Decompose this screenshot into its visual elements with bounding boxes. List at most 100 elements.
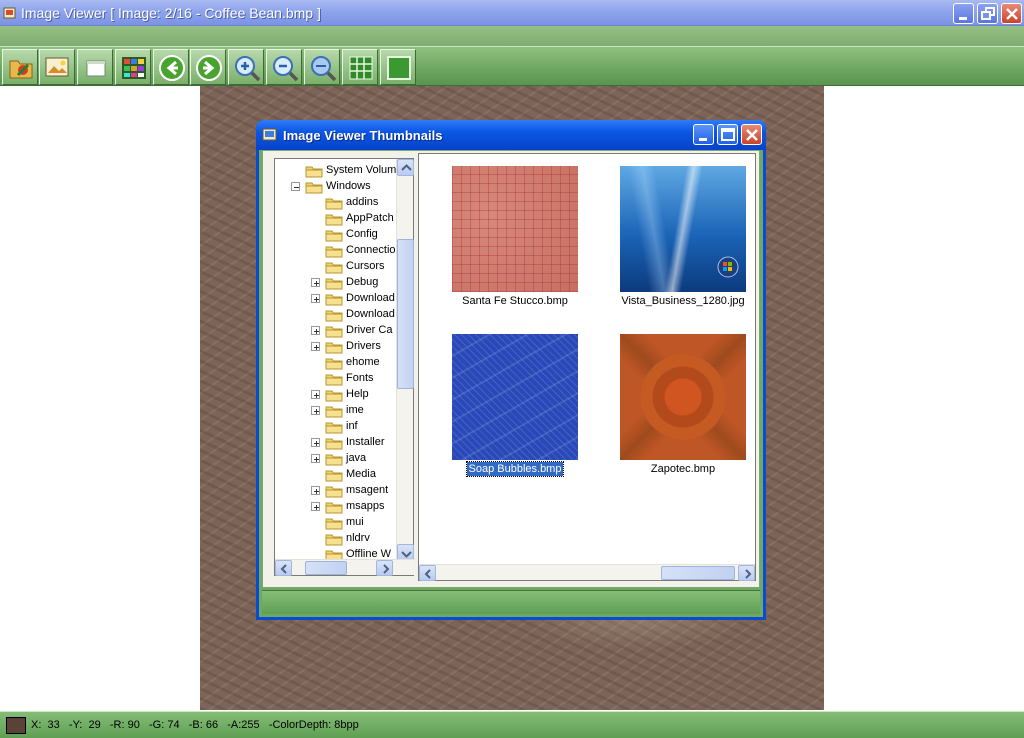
previous-image-icon <box>159 55 185 81</box>
zoom-in-button[interactable] <box>228 49 264 85</box>
collapse-icon[interactable] <box>291 182 300 191</box>
thumbs-horizontal-scrollbar[interactable] <box>419 564 755 581</box>
tree-item-label: Cursors <box>346 260 385 272</box>
minimize-button[interactable] <box>953 3 974 24</box>
folder-icon <box>325 422 343 434</box>
tree-item-label: addins <box>346 196 379 208</box>
tree-vscroll-thumb[interactable] <box>397 239 414 389</box>
thumbnail-caption[interactable]: Zapotec.bmp <box>603 463 763 475</box>
thumbnail-soap-bubbles[interactable] <box>452 334 578 460</box>
next-image-icon <box>196 55 222 81</box>
folder-icon <box>325 502 343 514</box>
thumbnail-vista-business[interactable] <box>620 166 746 292</box>
fit-window-icon <box>86 60 106 77</box>
folder-icon <box>325 406 343 418</box>
status-bar: X: 33 -Y: 29 -R: 90 -G: 74 -B: 66 -A:255… <box>0 711 1024 738</box>
next-image-button[interactable] <box>190 49 226 85</box>
restore-button[interactable] <box>977 3 998 24</box>
zoom-reset-button[interactable] <box>304 49 340 85</box>
tree-item-label: Help <box>346 388 369 400</box>
close-icon <box>1006 8 1018 20</box>
tree-item-label: ime <box>346 404 364 416</box>
folder-icon <box>325 326 343 338</box>
tree-item-label: Windows <box>326 180 371 192</box>
tree-item-label: ehome <box>346 356 380 368</box>
tree-item-label: Fonts <box>346 372 374 384</box>
thumbnail-zapotec[interactable] <box>620 334 746 460</box>
arrow-left-icon <box>424 569 431 579</box>
expand-icon[interactable] <box>311 486 320 495</box>
folder-icon <box>325 262 343 274</box>
pixel-color-swatch <box>6 717 26 734</box>
tree-item-label: System Volum <box>326 164 397 176</box>
tree-scroll-left-button[interactable] <box>275 560 292 576</box>
minimize-icon <box>959 17 967 20</box>
thumbnails-dialog-titlebar[interactable]: Image Viewer Thumbnails <box>256 120 766 150</box>
thumbnail-caption[interactable]: Santa Fe Stucco.bmp <box>435 295 595 307</box>
tree-horizontal-scrollbar[interactable] <box>275 559 415 576</box>
thumbnails-button[interactable] <box>115 49 151 85</box>
previous-image-button[interactable] <box>153 49 189 85</box>
open-folder-button[interactable] <box>2 49 38 85</box>
expand-icon[interactable] <box>311 406 320 415</box>
folder-icon <box>325 454 343 466</box>
folder-icon <box>325 518 343 530</box>
open-image-button[interactable] <box>39 49 75 85</box>
expand-icon[interactable] <box>311 454 320 463</box>
thumbs-hscroll-thumb[interactable] <box>661 566 735 580</box>
thumbnail-grid[interactable]: Santa Fe Stucco.bmp Vista_Business_1280.… <box>418 153 756 581</box>
tree-item-label: Driver Ca <box>346 324 393 336</box>
folder-icon <box>305 182 323 194</box>
menu-bar[interactable] <box>0 26 1024 46</box>
expand-icon[interactable] <box>311 294 320 303</box>
dialog-maximize-button[interactable] <box>717 124 738 145</box>
expand-icon[interactable] <box>311 342 320 351</box>
folder-tree[interactable]: System Volum Windows addins AppPatch Config C… <box>274 158 415 576</box>
thumbnail-santa-fe-stucco[interactable] <box>452 166 578 292</box>
app-icon <box>3 7 16 19</box>
fit-window-button[interactable] <box>77 49 113 85</box>
tree-scroll-right-button[interactable] <box>376 560 393 576</box>
folder-icon <box>325 230 343 242</box>
folder-icon <box>325 278 343 290</box>
dialog-close-button[interactable] <box>741 124 762 145</box>
tree-hscroll-thumb[interactable] <box>305 561 347 575</box>
thumbs-scroll-right-button[interactable] <box>738 565 755 581</box>
full-view-icon <box>387 56 411 80</box>
folder-icon <box>325 198 343 210</box>
dialog-title: Image Viewer Thumbnails <box>283 128 443 143</box>
tree-item-label: Config <box>346 228 378 240</box>
main-titlebar[interactable]: Image Viewer [ Image: 2/16 - Coffee Bean… <box>0 0 1024 26</box>
thumbnails-icon <box>122 57 146 79</box>
tree-item-label: Connectio <box>346 244 396 256</box>
windows-logo-icon <box>717 256 739 278</box>
dialog-minimize-button[interactable] <box>693 124 714 145</box>
tree-item-label: AppPatch <box>346 212 394 224</box>
folder-icon <box>325 390 343 402</box>
expand-icon[interactable] <box>311 326 320 335</box>
folder-icon <box>325 246 343 258</box>
window-title: Image Viewer [ Image: 2/16 - Coffee Bean… <box>21 5 321 21</box>
expand-icon[interactable] <box>311 502 320 511</box>
thumbnails-dialog: Image Viewer Thumbnails System Volum Wind… <box>256 120 766 620</box>
full-view-button[interactable] <box>380 49 416 85</box>
minimize-icon <box>699 138 707 141</box>
expand-icon[interactable] <box>311 390 320 399</box>
tree-item-label: Download <box>346 292 395 304</box>
thumbs-scroll-left-button[interactable] <box>419 565 436 581</box>
tree-scroll-up-button[interactable] <box>397 159 414 176</box>
tree-item-label: Media <box>346 468 376 480</box>
tree-item-label: inf <box>346 420 358 432</box>
zoom-out-button[interactable] <box>266 49 302 85</box>
thumbnail-caption[interactable]: Vista_Business_1280.jpg <box>603 295 763 307</box>
tree-vertical-scrollbar[interactable] <box>396 159 414 561</box>
expand-icon[interactable] <box>311 278 320 287</box>
restore-icon <box>981 7 995 20</box>
folder-icon <box>325 342 343 354</box>
close-button[interactable] <box>1001 3 1022 24</box>
tile-view-icon <box>349 56 373 80</box>
expand-icon[interactable] <box>311 438 320 447</box>
arrow-right-icon <box>383 564 390 574</box>
thumbnail-caption-selected[interactable]: Soap Bubbles.bmp <box>435 461 595 477</box>
tile-view-button[interactable] <box>342 49 378 85</box>
